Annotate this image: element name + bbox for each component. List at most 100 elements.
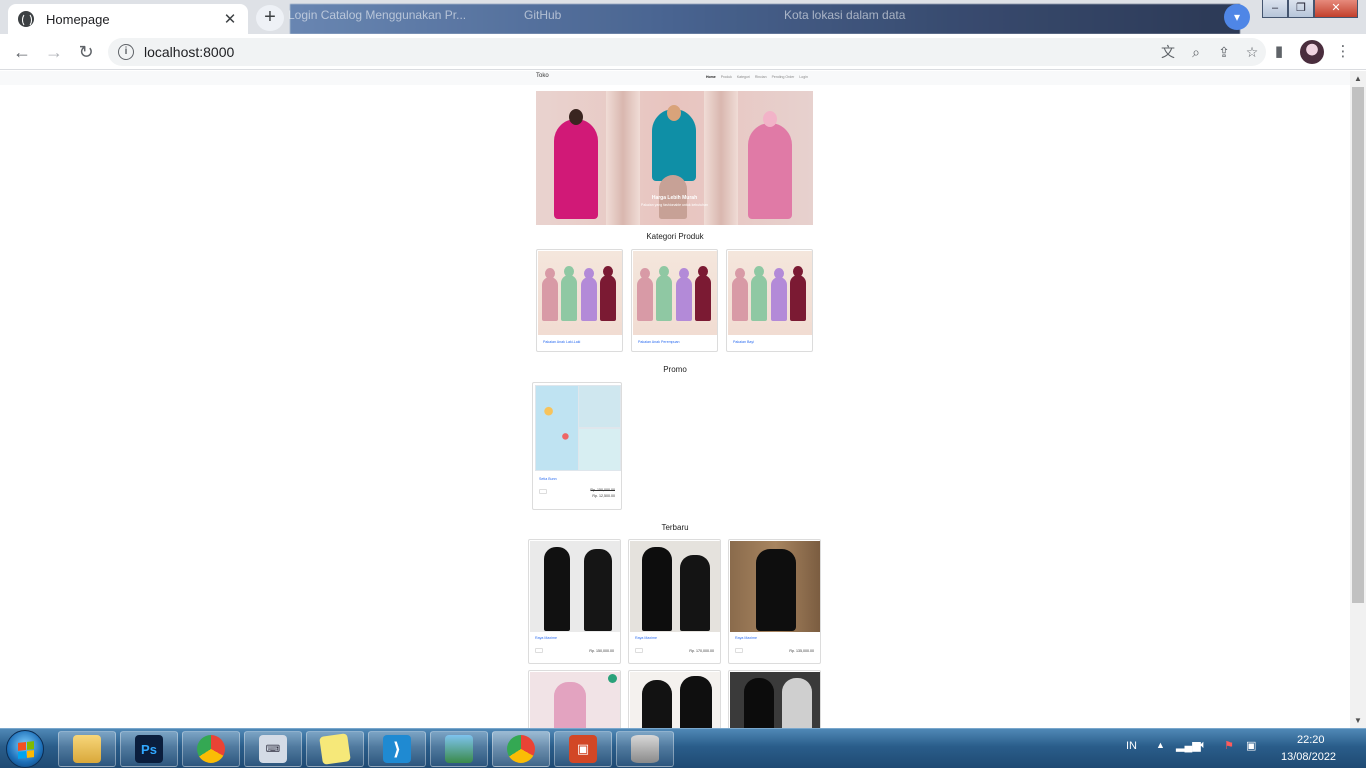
sticky-notes-icon: [319, 733, 351, 765]
tab-kota-lokasi[interactable]: Kota lokasi dalam data: [784, 8, 905, 22]
windows-logo-icon: [18, 741, 34, 759]
kid-figure: [790, 266, 806, 321]
taskbar-database[interactable]: [616, 731, 674, 767]
menu-kebab-icon[interactable]: ⋮: [1332, 42, 1354, 60]
nav-pending-order[interactable]: Pending Order: [772, 75, 795, 79]
nav-rincian[interactable]: Rincian: [755, 75, 767, 79]
show-hidden-icons-icon[interactable]: ▲: [1156, 740, 1165, 750]
cart-icon[interactable]: [735, 648, 743, 653]
forward-arrow-icon[interactable]: →: [42, 40, 66, 64]
profile-avatar[interactable]: [1300, 40, 1324, 64]
latest-product-card[interactable]: [728, 670, 821, 728]
page-scrollbar[interactable]: ▲ ▼: [1350, 71, 1366, 728]
chrome-icon: [197, 735, 225, 763]
kid-figure: [771, 268, 787, 321]
site-navbar: Toko Home Produk Kategori Rincian Pendin…: [0, 71, 1350, 85]
cart-icon[interactable]: [635, 648, 643, 653]
latest-product-card[interactable]: [628, 670, 721, 728]
nav-kategori[interactable]: Kategori: [737, 75, 750, 79]
language-indicator[interactable]: IN: [1126, 740, 1137, 752]
nav-produk[interactable]: Produk: [721, 75, 732, 79]
minimize-button[interactable]: –: [1262, 0, 1288, 18]
maximize-button[interactable]: ❐: [1288, 0, 1314, 18]
latest-product-card[interactable]: [528, 670, 621, 728]
category-card[interactable]: Pakaian Anak Perempuan: [631, 249, 718, 352]
product-name[interactable]: Raya Maxime: [535, 636, 557, 640]
latest-product-card[interactable]: Raya Maxime Rp. 170,000.00: [628, 539, 721, 664]
address-bar[interactable]: i localhost:8000 文 ⌕ ⇪ ☆: [108, 38, 1266, 66]
reload-icon[interactable]: ↻: [74, 40, 98, 64]
database-icon: [631, 735, 659, 763]
taskbar-keyboard[interactable]: ⌨: [244, 731, 302, 767]
product-photo-left: [536, 386, 578, 470]
latest-product-card[interactable]: Raya Maxime Rp. 135,000.00: [728, 539, 821, 664]
back-arrow-icon[interactable]: ←: [10, 40, 34, 64]
product-image: [530, 541, 620, 632]
latest-heading: Terbaru: [661, 523, 689, 532]
promo-product-card[interactable]: Setia Bunn Rp. 150,000.00 Rp. 12,500.00: [532, 382, 622, 510]
globe-icon: [18, 11, 34, 27]
browser-tab-strip: Homepage ✕ + Login Catalog Menggunakan P…: [0, 0, 1366, 34]
tab-search-button[interactable]: ▾: [1224, 4, 1250, 30]
category-name[interactable]: Pakaian Anak Perempuan: [638, 340, 680, 344]
taskbar-explorer[interactable]: [58, 731, 116, 767]
keyboard-icon: ⌨: [259, 735, 287, 763]
product-photo-figure: [680, 676, 712, 728]
category-card[interactable]: Pakaian Anak Laki-Laki: [536, 249, 623, 352]
start-button[interactable]: [6, 730, 44, 768]
category-card[interactable]: Pakaian Bayi: [726, 249, 813, 352]
action-center-flag-icon[interactable]: ⚑: [1224, 739, 1234, 752]
network-signal-icon[interactable]: ▂▄▆: [1176, 739, 1201, 752]
taskbar-image-viewer[interactable]: [430, 731, 488, 767]
product-name[interactable]: Raya Maxime: [635, 636, 657, 640]
scrollbar-thumb[interactable]: [1352, 87, 1364, 603]
latest-product-card[interactable]: Raya Maxime Rp. 150,000.00: [528, 539, 621, 664]
product-price: Rp. 135,000.00: [789, 649, 814, 653]
display-icon[interactable]: ▣: [1246, 739, 1256, 752]
product-photo-figure: [584, 549, 612, 631]
zoom-icon[interactable]: ⌕: [1182, 44, 1210, 61]
taskbar-chrome[interactable]: [182, 731, 240, 767]
side-panel-icon[interactable]: ▮: [1268, 42, 1290, 60]
taskbar-powerpoint[interactable]: ▣: [554, 731, 612, 767]
bookmark-star-icon[interactable]: ☆: [1238, 44, 1266, 61]
share-icon[interactable]: ⇪: [1210, 44, 1238, 61]
site-info-icon[interactable]: i: [118, 44, 134, 60]
taskbar-vscode[interactable]: ⟩: [368, 731, 426, 767]
url-text[interactable]: localhost:8000: [144, 44, 1154, 60]
promo-heading: Promo: [663, 365, 687, 374]
tab-homepage[interactable]: Homepage ✕: [8, 4, 248, 34]
product-photo-figure: [642, 547, 672, 631]
close-tab-icon[interactable]: ✕: [222, 10, 238, 28]
new-tab-button[interactable]: +: [256, 5, 284, 31]
tab-title: Homepage: [46, 11, 110, 27]
tab-login-catalog[interactable]: Login Catalog Menggunakan Pr...: [288, 8, 466, 22]
product-name[interactable]: Setia Bunn: [539, 477, 557, 481]
scroll-up-arrow-icon[interactable]: ▲: [1350, 74, 1366, 83]
tab-github[interactable]: GitHub: [524, 8, 561, 22]
vscode-icon: ⟩: [383, 735, 411, 763]
product-image: [730, 541, 820, 632]
clock-date[interactable]: 13/08/2022: [1281, 751, 1336, 763]
product-name[interactable]: Raya Maxime: [735, 636, 757, 640]
close-window-button[interactable]: ✕: [1314, 0, 1358, 18]
taskbar-chrome-active[interactable]: [492, 731, 550, 767]
site-brand[interactable]: Toko: [536, 73, 549, 79]
cart-icon[interactable]: [539, 489, 547, 494]
product-photo-figure: [680, 555, 710, 631]
clock-time[interactable]: 22:20: [1297, 734, 1325, 746]
taskbar-sticky-notes[interactable]: [306, 731, 364, 767]
volume-icon[interactable]: 🔈︎: [1200, 739, 1207, 752]
hero-caption-subtitle: Pakaian yang fashionable untuk kebutuhan: [641, 203, 708, 207]
product-photo-figure: [744, 678, 774, 728]
nav-login[interactable]: Login: [799, 75, 808, 79]
nav-home[interactable]: Home: [706, 75, 716, 79]
windows-taskbar: Ps ⌨ ⟩ ▣ IN ▲ ▂▄▆ 🔈︎ ⚑ ▣ 22:20 13/08/202…: [0, 728, 1366, 768]
taskbar-photoshop[interactable]: Ps: [120, 731, 178, 767]
category-name[interactable]: Pakaian Anak Laki-Laki: [543, 340, 580, 344]
translate-icon[interactable]: 文: [1154, 42, 1182, 62]
cart-icon[interactable]: [535, 648, 543, 653]
hero-carousel[interactable]: Harga Lebih Murah Pakaian yang fashionab…: [536, 91, 813, 225]
category-name[interactable]: Pakaian Bayi: [733, 340, 754, 344]
scroll-down-arrow-icon[interactable]: ▼: [1350, 716, 1366, 725]
